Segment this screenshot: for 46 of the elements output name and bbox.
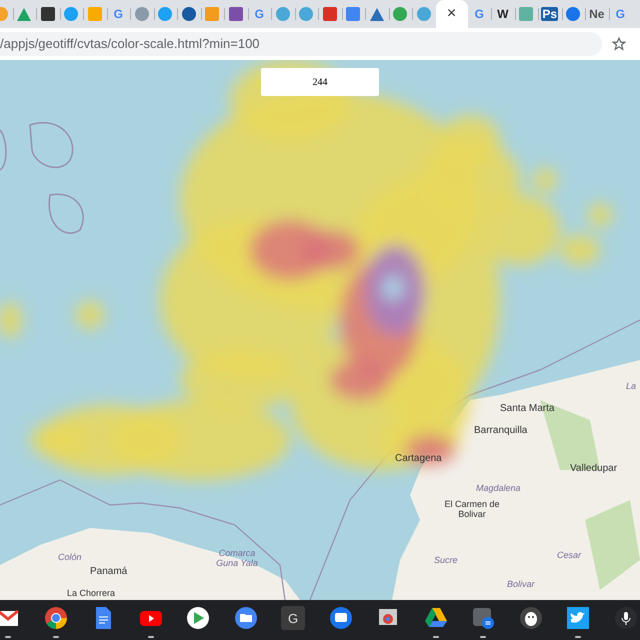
map-label: Magdalena	[476, 484, 521, 494]
microphone-icon	[614, 606, 638, 630]
app-button[interactable]: G	[281, 606, 305, 630]
penguin-icon	[518, 606, 542, 630]
bird-icon	[566, 606, 590, 630]
map-label: Santa Marta	[500, 403, 554, 414]
map-label: La	[626, 382, 636, 392]
app-button[interactable]	[614, 606, 638, 630]
favicon-letter: Ne	[588, 7, 606, 21]
map-label: Valledupar	[570, 463, 618, 474]
map-label: Colón	[58, 553, 82, 563]
favicon-letter: G	[614, 7, 626, 21]
map-label: La Chorrera	[67, 589, 116, 599]
map-label: Barranquilla	[474, 425, 528, 436]
app-button[interactable]	[234, 606, 258, 630]
favicon-letter: W	[496, 7, 510, 21]
browser-icon	[44, 606, 68, 630]
map-label: Panamá	[90, 566, 128, 577]
favicon-letter: G	[254, 7, 265, 21]
app-button[interactable]	[566, 606, 590, 630]
browser-tab[interactable]: ×	[436, 0, 468, 28]
browser-tab[interactable]: W	[491, 0, 514, 28]
favicon-letter: G	[112, 7, 124, 21]
browser-tab[interactable]: Ne	[585, 0, 608, 28]
app-button[interactable]	[186, 606, 210, 630]
map-label: El Carmen de Bolivar	[443, 500, 501, 520]
map-label: Cesar	[557, 551, 582, 561]
bookmark-star-icon[interactable]	[612, 37, 626, 51]
url-field[interactable]: /appjs/geotiff/cvtas/color-scale.html?min=100	[0, 32, 602, 56]
chat-bubble-icon	[328, 606, 352, 630]
app-button[interactable]	[518, 606, 542, 630]
app-button[interactable]	[424, 606, 448, 630]
map-label: Cartagena	[395, 453, 442, 464]
favicon-letter: G	[474, 7, 485, 21]
value-box: 244	[261, 68, 379, 96]
close-tab-button[interactable]: ×	[446, 5, 456, 23]
map-label: Sucre	[434, 556, 458, 566]
map-label: Comarca Guna Yala	[215, 549, 259, 569]
app-button[interactable]	[328, 606, 352, 630]
calculator-icon	[471, 606, 495, 630]
triangle-drive-icon	[424, 606, 448, 630]
browser-tab[interactable]: Ps	[538, 0, 562, 28]
map-label: Bolivar	[507, 580, 535, 590]
favicon-badge: Ps	[541, 7, 558, 21]
folder-icon	[234, 606, 258, 630]
app-button[interactable]	[44, 606, 68, 630]
